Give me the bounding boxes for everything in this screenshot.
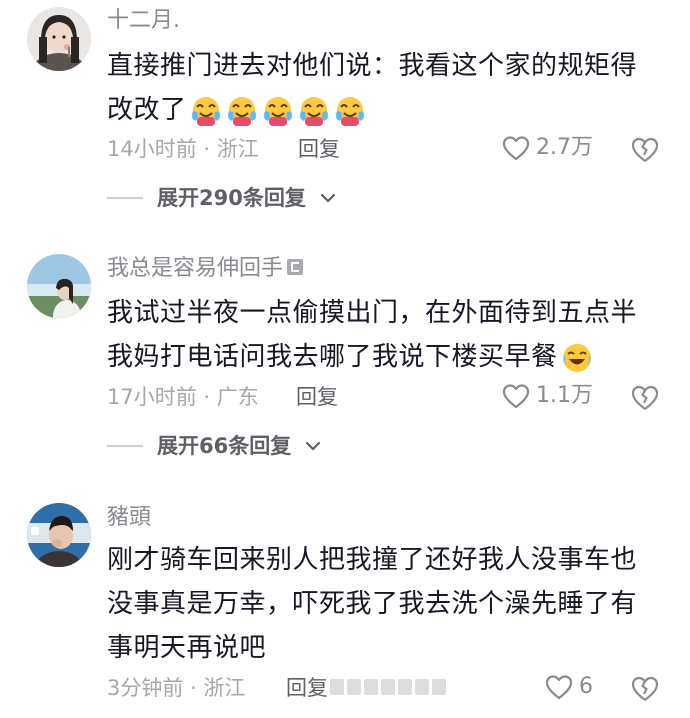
broken-heart-icon	[631, 137, 659, 162]
heart-icon	[502, 136, 530, 161]
like-count: 6	[579, 674, 593, 699]
like-button[interactable]: 6	[545, 673, 593, 701]
comment-text: 我试过半夜一点偷摸出门，在外面待到五点半我妈打电话问我去哪了我说下楼买早餐	[107, 291, 662, 379]
comment-text: 刚才骑车回来别人把我撞了还好我人没事车也没事真是万幸，吓死我了我去洗个澡先睡了有…	[107, 545, 638, 663]
expand-replies-button[interactable]: 展开66条回复	[107, 432, 321, 460]
broken-heart-icon	[631, 676, 659, 701]
dislike-button[interactable]	[630, 384, 660, 416]
laughing-crying-emoji	[191, 96, 220, 126]
laughing-crying-emoji	[227, 96, 256, 126]
broken-heart-icon	[631, 385, 659, 410]
creator-badge-icon	[287, 259, 304, 275]
avatar[interactable]	[27, 254, 91, 318]
divider-line	[107, 197, 143, 199]
dislike-button[interactable]	[630, 675, 660, 707]
expand-replies-label: 展开290条回复	[157, 186, 306, 210]
divider-line	[107, 445, 143, 447]
comment-text-content: 我试过半夜一点偷摸出门，在外面待到五点半我妈打电话问我去哪了我说下楼买早餐	[107, 298, 638, 372]
comment-time-location: 17小时前 · 广东	[107, 385, 259, 409]
heart-icon	[502, 384, 530, 409]
crying-laughing-emoji	[562, 343, 591, 372]
heart-icon	[545, 675, 573, 700]
like-count: 2.7万	[536, 135, 593, 160]
avatar[interactable]	[27, 503, 91, 567]
comment-username[interactable]: 豬頭	[107, 503, 151, 533]
comment-username[interactable]: 十二月.	[107, 6, 180, 36]
laughing-crying-emoji	[299, 96, 328, 126]
watermark-overlay	[330, 679, 446, 695]
comment-text: 直接推门进去对他们说：我看这个家的规矩得改改了	[107, 44, 662, 132]
reply-button[interactable]: 回复	[298, 135, 340, 163]
like-button[interactable]: 1.1万	[502, 382, 593, 410]
expand-replies-button[interactable]: 展开290条回复	[107, 184, 336, 212]
username-text: 我总是容易伸回手	[107, 256, 284, 281]
comment-time-location: 3分钟前 · 浙江	[107, 676, 246, 700]
laughing-crying-emoji	[263, 96, 292, 126]
like-button[interactable]: 2.7万	[502, 134, 593, 162]
dislike-button[interactable]	[630, 136, 660, 168]
avatar[interactable]	[27, 7, 91, 71]
chevron-down-icon	[306, 441, 321, 451]
reply-button[interactable]: 回复	[286, 674, 328, 702]
reply-button[interactable]: 回复	[296, 383, 338, 411]
comment-time-location: 14小时前 · 浙江	[107, 137, 259, 161]
expand-replies-label: 展开66条回复	[157, 434, 292, 458]
comment-username[interactable]: 我总是容易伸回手	[107, 254, 304, 284]
chevron-down-icon	[320, 193, 335, 203]
emoji-row	[187, 95, 367, 126]
like-count: 1.1万	[536, 383, 593, 408]
laughing-crying-emoji	[335, 96, 364, 126]
